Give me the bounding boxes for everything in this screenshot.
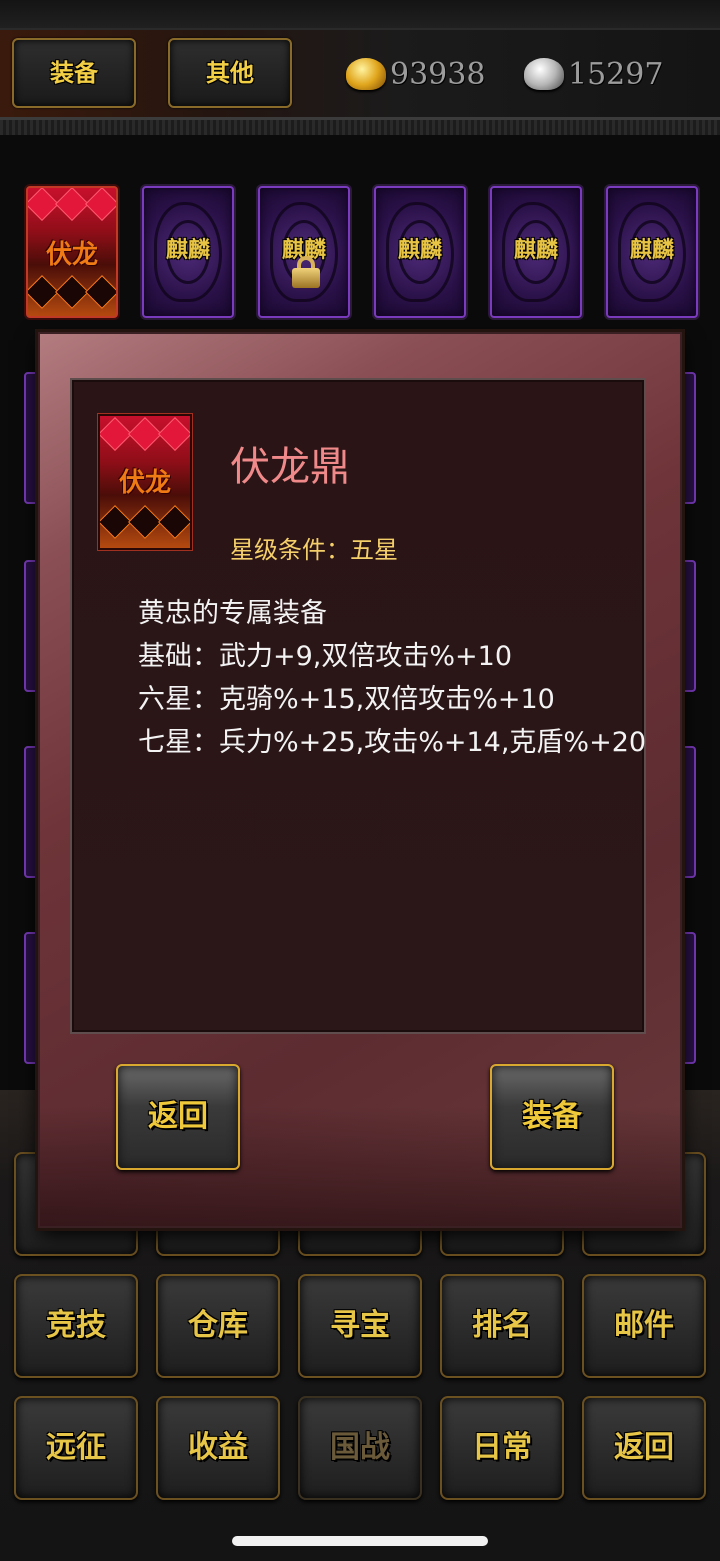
gold-ingot-icon xyxy=(346,58,386,90)
card-label: 麒麟 xyxy=(629,238,674,263)
tab-equipment[interactable]: 装备 xyxy=(12,38,136,108)
gold-counter: 93938 xyxy=(346,52,485,96)
description-line: 七星：兵力%+25,攻击%+14,克盾%+20 xyxy=(138,727,647,758)
status-strip xyxy=(0,0,720,30)
equipment-card-qilin-locked[interactable]: 麒麟 xyxy=(258,186,350,318)
menu-expedition-button[interactable]: 远征 xyxy=(14,1396,138,1500)
menu-mail-button[interactable]: 邮件 xyxy=(582,1274,706,1378)
equipment-card-qilin[interactable]: 麒麟 xyxy=(606,186,698,318)
equip-button[interactable]: 装备 xyxy=(490,1064,614,1170)
description-line: 六星：克骑%+15,双倍攻击%+10 xyxy=(138,684,555,715)
item-icon: 伏龙 xyxy=(98,414,192,550)
menu-warehouse-button[interactable]: 仓库 xyxy=(156,1274,280,1378)
diamond-pattern xyxy=(100,417,190,452)
silver-ingot-icon xyxy=(524,58,564,90)
diamond-pattern xyxy=(28,188,116,222)
item-detail-panel: 伏龙 伏龙鼎 星级条件：五星 黄忠的专属装备 基础：武力+9,双倍攻击%+10 … xyxy=(70,378,646,1034)
item-icon-label: 伏龙 xyxy=(118,468,171,498)
equipment-card-qilin[interactable]: 麒麟 xyxy=(142,186,234,318)
menu-back-button[interactable]: 返回 xyxy=(582,1396,706,1500)
item-name: 伏龙鼎 xyxy=(230,444,350,490)
card-label: 伏龙 xyxy=(45,240,98,270)
menu-income-button[interactable]: 收益 xyxy=(156,1396,280,1500)
description-line: 基础：武力+9,双倍攻击%+10 xyxy=(138,641,513,672)
equipment-card-row: 伏龙 麒麟 麒麟 麒麟 麒麟 麒麟 xyxy=(0,186,720,326)
silver-amount: 15297 xyxy=(568,56,664,92)
lock-icon xyxy=(292,256,320,288)
top-bar: 装备 其他 93938 15297 xyxy=(0,30,720,135)
star-requirement: 星级条件：五星 xyxy=(230,536,398,564)
back-button[interactable]: 返回 xyxy=(116,1064,240,1170)
card-label: 麒麟 xyxy=(165,238,210,263)
menu-nationwar-button[interactable]: 国战 xyxy=(298,1396,422,1500)
diamond-pattern xyxy=(28,275,116,310)
tab-other[interactable]: 其他 xyxy=(168,38,292,108)
item-description: 黄忠的专属装备 基础：武力+9,双倍攻击%+10 六星：克骑%+15,双倍攻击%… xyxy=(138,592,647,764)
equipment-card-fulong[interactable]: 伏龙 xyxy=(26,186,118,318)
menu-daily-button[interactable]: 日常 xyxy=(440,1396,564,1500)
item-detail-dialog: 伏龙 伏龙鼎 星级条件：五星 黄忠的专属装备 基础：武力+9,双倍攻击%+10 … xyxy=(38,332,682,1228)
card-label: 麒麟 xyxy=(513,238,558,263)
equipment-card-qilin[interactable]: 麒麟 xyxy=(490,186,582,318)
card-label: 麒麟 xyxy=(397,238,442,263)
menu-arena-button[interactable]: 竞技 xyxy=(14,1274,138,1378)
equipment-card-qilin[interactable]: 麒麟 xyxy=(374,186,466,318)
description-line: 黄忠的专属装备 xyxy=(138,598,327,629)
gold-amount: 93938 xyxy=(390,56,486,92)
silver-counter: 15297 xyxy=(524,52,663,96)
home-indicator[interactable] xyxy=(232,1536,488,1546)
menu-ranking-button[interactable]: 排名 xyxy=(440,1274,564,1378)
menu-treasure-button[interactable]: 寻宝 xyxy=(298,1274,422,1378)
diamond-pattern xyxy=(100,505,190,540)
